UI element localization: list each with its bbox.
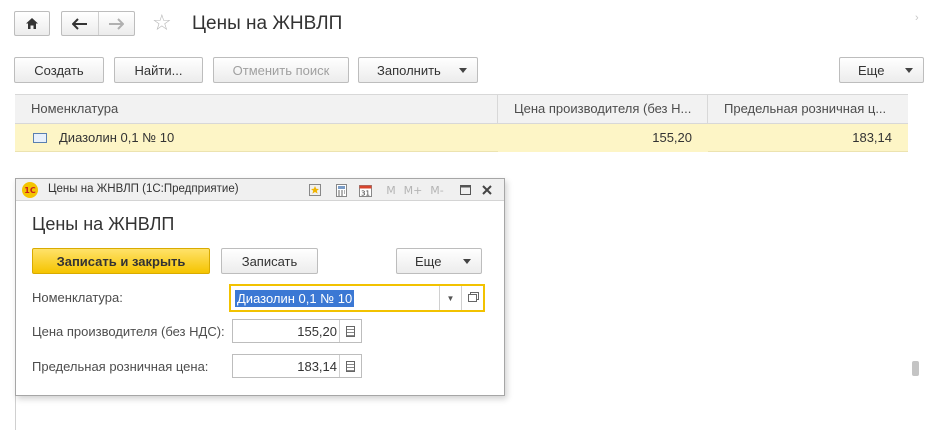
save-and-close-button[interactable]: Записать и закрыть bbox=[32, 248, 210, 274]
chevron-right-icon[interactable]: › bbox=[915, 12, 919, 24]
table-row[interactable]: Диазолин 0,1 № 10 155,20 183,14 bbox=[15, 124, 908, 152]
cancel-search-button[interactable]: Отменить поиск bbox=[213, 57, 349, 83]
home-button[interactable] bbox=[14, 11, 50, 36]
find-button[interactable]: Найти... bbox=[114, 57, 203, 83]
chevron-down-icon bbox=[459, 68, 467, 73]
arrow-left-icon bbox=[71, 17, 87, 30]
nomenclature-label: Номенклатура: bbox=[32, 290, 123, 305]
history-nav bbox=[61, 11, 135, 36]
cell-nomenclature[interactable]: Диазолин 0,1 № 10 bbox=[15, 124, 498, 152]
catalog-item-icon bbox=[33, 132, 47, 143]
vertical-scrollbar-thumb[interactable] bbox=[912, 361, 919, 376]
more-button-label: Еще bbox=[858, 62, 885, 78]
maximize-icon[interactable] bbox=[458, 182, 472, 198]
favorite-icon[interactable] bbox=[308, 182, 322, 198]
fill-button-label: Заполнить bbox=[377, 62, 441, 78]
cell-nomenclature-text: Диазолин 0,1 № 10 bbox=[59, 130, 175, 145]
open-item-icon[interactable] bbox=[461, 286, 483, 310]
table-border bbox=[15, 396, 16, 430]
cell-manufacturer-price[interactable]: 155,20 bbox=[498, 124, 708, 152]
star-icon[interactable]: ☆ bbox=[152, 10, 172, 36]
nomenclature-input[interactable]: Диазолин 0,1 № 10 ▼ bbox=[229, 284, 485, 312]
dialog-titlebar[interactable]: 1С Цены на ЖНВЛП (1С:Предприятие) 31 M M… bbox=[16, 179, 504, 201]
dialog-more-button[interactable]: Еще bbox=[396, 248, 482, 274]
calculator-icon[interactable] bbox=[339, 355, 361, 377]
price-record-dialog: 1С Цены на ЖНВЛП (1С:Предприятие) 31 M M… bbox=[15, 178, 505, 396]
calendar-icon[interactable]: 31 bbox=[358, 182, 372, 198]
svg-text:31: 31 bbox=[361, 189, 370, 197]
memory-plus-button[interactable]: M+ bbox=[404, 182, 423, 198]
memory-m-button[interactable]: M bbox=[385, 182, 397, 198]
manufacturer-price-input[interactable]: 155,20 bbox=[232, 319, 362, 343]
1c-logo-icon: 1С bbox=[22, 182, 38, 198]
max-retail-price-label: Предельная розничная цена: bbox=[32, 359, 209, 374]
dialog-more-button-label: Еще bbox=[415, 253, 442, 269]
dialog-heading: Цены на ЖНВЛП bbox=[32, 214, 175, 234]
manufacturer-price-value: 155,20 bbox=[297, 324, 337, 339]
cell-max-retail-price[interactable]: 183,14 bbox=[708, 124, 908, 152]
prices-table: Номенклатура Цена производителя (без Н..… bbox=[15, 94, 908, 152]
dropdown-icon[interactable]: ▼ bbox=[439, 286, 461, 310]
chevron-down-icon bbox=[463, 259, 471, 264]
close-icon[interactable] bbox=[480, 182, 494, 198]
home-icon bbox=[26, 18, 38, 29]
page-title: Цены на ЖНВЛП bbox=[192, 13, 343, 34]
table-header: Номенклатура Цена производителя (без Н..… bbox=[15, 94, 908, 124]
forward-button[interactable] bbox=[99, 12, 135, 35]
fill-button[interactable]: Заполнить bbox=[358, 57, 478, 83]
manufacturer-price-label: Цена производителя (без НДС): bbox=[32, 324, 225, 339]
nomenclature-value: Диазолин 0,1 № 10 bbox=[235, 290, 355, 307]
create-button[interactable]: Создать bbox=[14, 57, 104, 83]
calculator-icon[interactable] bbox=[339, 320, 361, 342]
column-header-manufacturer-price[interactable]: Цена производителя (без Н... bbox=[498, 95, 708, 123]
more-button[interactable]: Еще bbox=[839, 57, 924, 83]
dialog-window-title: Цены на ЖНВЛП (1С:Предприятие) bbox=[48, 183, 239, 195]
column-header-nomenclature[interactable]: Номенклатура bbox=[15, 95, 498, 123]
save-button[interactable]: Записать bbox=[221, 248, 318, 274]
max-retail-price-input[interactable]: 183,14 bbox=[232, 354, 362, 378]
arrow-right-icon bbox=[109, 17, 125, 30]
calculator-icon[interactable] bbox=[334, 182, 348, 198]
column-header-max-retail-price[interactable]: Предельная розничная ц... bbox=[708, 95, 908, 123]
chevron-down-icon bbox=[905, 68, 913, 73]
memory-minus-button[interactable]: M- bbox=[428, 182, 446, 198]
back-button[interactable] bbox=[62, 12, 98, 35]
max-retail-price-value: 183,14 bbox=[297, 359, 337, 374]
